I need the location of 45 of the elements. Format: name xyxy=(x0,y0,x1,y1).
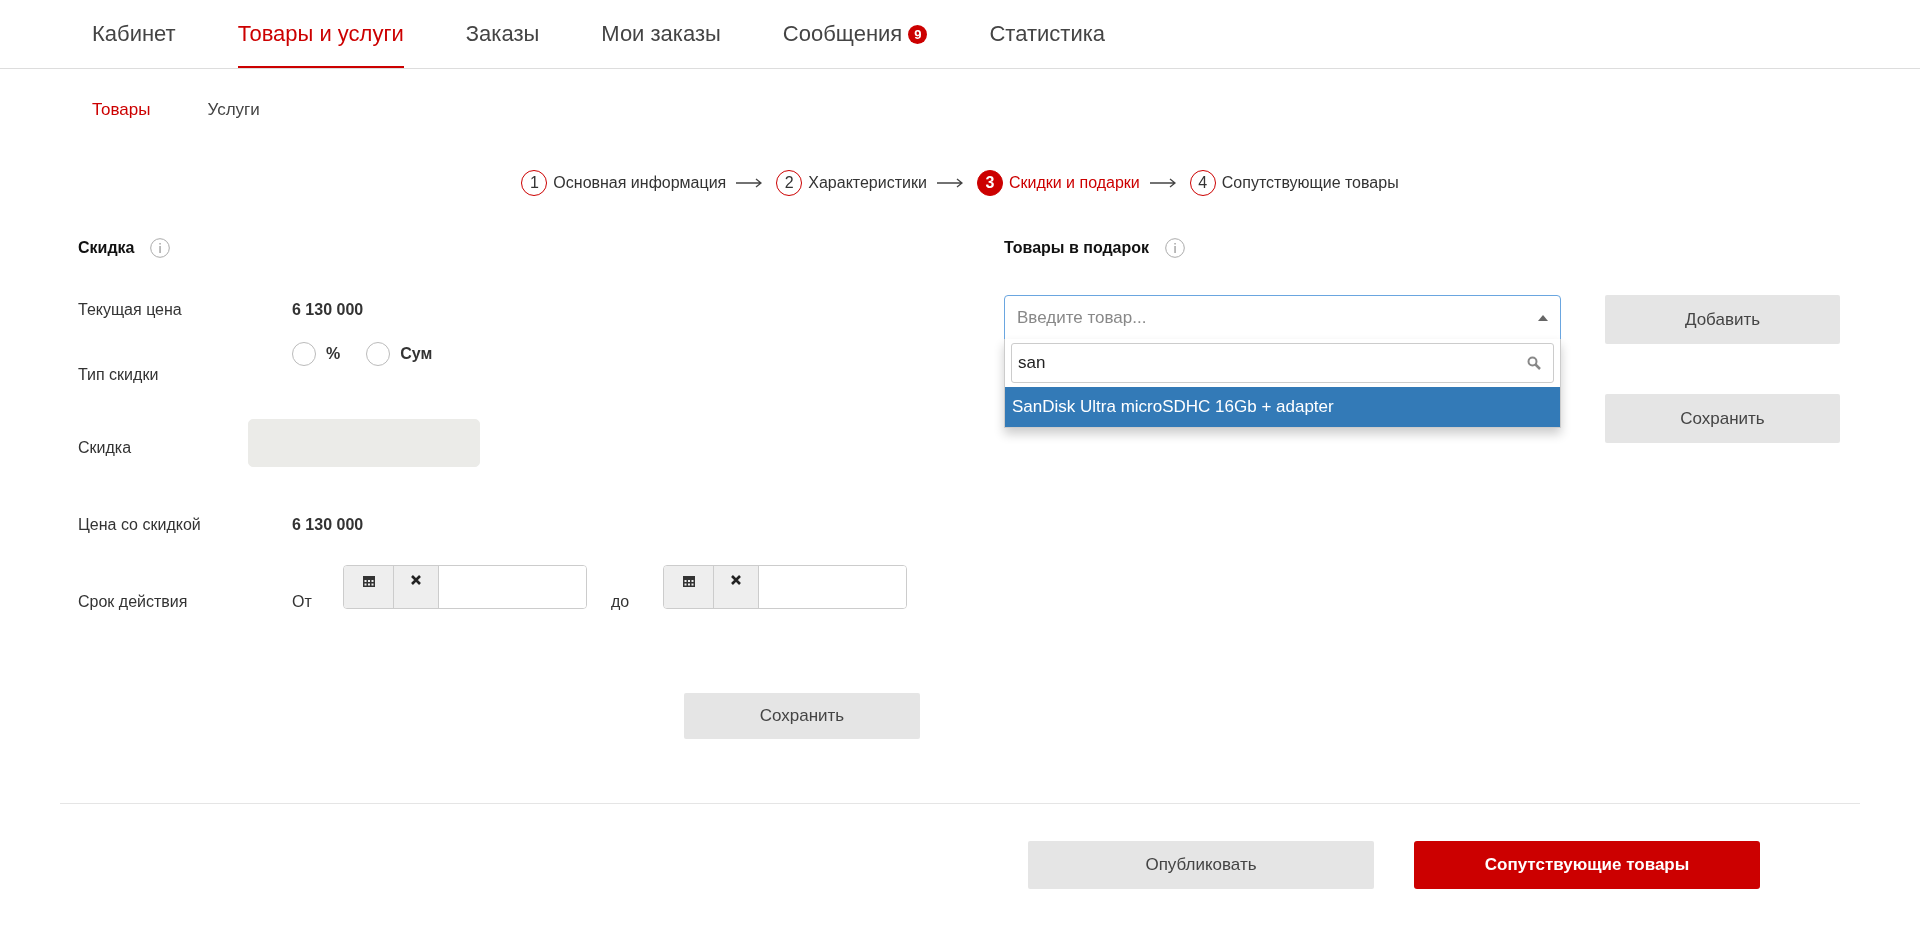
subtab[interactable]: Товары xyxy=(92,95,151,125)
step-number: 3 xyxy=(976,170,1003,196)
calendar-icon[interactable] xyxy=(344,566,394,608)
publish-button[interactable]: Опубликовать xyxy=(1028,841,1374,889)
nav-tab[interactable]: Мои заказы xyxy=(601,16,721,68)
nav-tab[interactable]: Статистика xyxy=(989,16,1106,68)
step-label: Скидки и подарки xyxy=(1008,174,1140,192)
step-label: Сопутствующие товары xyxy=(1221,174,1399,192)
clear-icon[interactable] xyxy=(394,566,439,608)
save-button[interactable]: Сохранить xyxy=(684,693,920,739)
save-button[interactable]: Сохранить xyxy=(1605,394,1840,443)
nav-tab[interactable]: Товары и услуги xyxy=(237,16,404,68)
price-value: 6 130 000 xyxy=(292,301,364,319)
calendar-icon[interactable] xyxy=(664,566,714,608)
search-icon xyxy=(1527,356,1541,370)
section-title: Скидка xyxy=(78,239,135,257)
to-label: до xyxy=(610,593,631,611)
radio-label: % xyxy=(326,345,341,363)
step-label: Основная информация xyxy=(553,174,727,192)
radio-label: Сум xyxy=(400,345,433,363)
nav-tab[interactable]: Сообщения 9 xyxy=(782,16,928,68)
info-icon[interactable] xyxy=(150,238,171,258)
section-title: Товары в подарок xyxy=(1004,239,1150,257)
arrow-icon xyxy=(736,178,763,188)
field-label: Цена со скидкой xyxy=(78,516,202,534)
nav-tab[interactable]: Кабинет xyxy=(92,16,176,68)
add-button[interactable]: Добавить xyxy=(1605,295,1840,344)
subtab[interactable]: Услуги xyxy=(207,95,260,125)
caret-icon xyxy=(1538,314,1548,321)
step-label: Характеристики xyxy=(808,174,927,192)
field-label: Срок действия xyxy=(78,593,189,611)
arrow-icon xyxy=(936,178,963,188)
count-badge: 9 xyxy=(908,24,928,44)
dropdown-option[interactable]: SanDisk Ultra microSDHC 16Gb + adapter xyxy=(1005,387,1560,427)
arrow-icon xyxy=(1149,178,1176,188)
nav-tab[interactable]: Заказы xyxy=(465,16,540,68)
clear-icon[interactable] xyxy=(714,566,759,608)
field-label: Скидка xyxy=(78,439,133,457)
price-value: 6 130 000 xyxy=(292,516,364,534)
search-field[interactable]: san xyxy=(1011,343,1554,383)
field-label: Текущая цена xyxy=(78,301,183,319)
field-label: Тип скидки xyxy=(78,366,160,384)
next-button[interactable]: Сопутствующие товары xyxy=(1414,841,1760,889)
from-label: От xyxy=(292,593,313,611)
info-icon[interactable] xyxy=(1165,238,1186,258)
